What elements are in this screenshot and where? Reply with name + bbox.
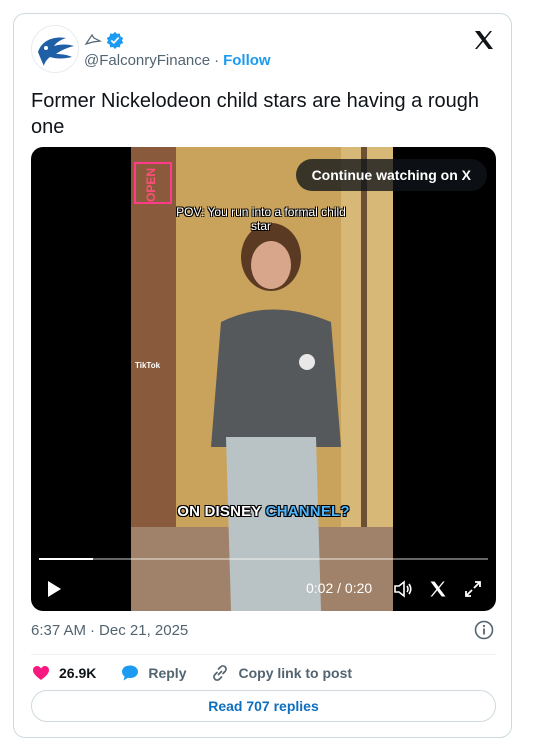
like-count: 26.9K [59,665,97,681]
tweet-text: Former Nickelodeon child stars are havin… [31,90,479,138]
reply-label: Reply [148,665,187,681]
falcon-logo-icon [38,37,74,66]
caption-bottom-accent: CHANNEL? [265,503,350,520]
meta-separator: · [90,622,96,639]
continue-watching-button[interactable]: Continue watching on X [295,159,487,191]
x-logo-icon[interactable] [472,28,496,52]
video-player[interactable]: OPEN POV: You run into a formal child st… [31,147,496,611]
author-avatar[interactable] [31,25,79,73]
tweet-time: 6:37 AM [31,622,87,639]
like-button[interactable]: 26.9K [31,663,96,683]
tweet-card: @FalconryFinance · Follow Former Nickelo… [13,13,512,738]
bird-icon [84,33,102,46]
x-share-icon[interactable] [428,579,448,599]
video-controls: 0:02 / 0:20 [31,565,496,611]
copy-link-label: Copy link to post [238,665,353,681]
link-icon [213,665,228,681]
follow-button[interactable]: Follow [223,52,271,69]
tweet-actions: 26.9K Reply Copy link to post [31,661,376,685]
reply-icon [122,665,139,681]
caption-bottom-prefix: ON DISNEY [177,503,266,520]
separator: · [214,52,220,69]
video-caption-bottom: ON DISNEY CHANNEL? [161,503,366,520]
author-name-row[interactable] [84,30,124,50]
expand-icon[interactable] [463,579,483,599]
read-replies-button[interactable]: Read 707 replies [31,690,496,722]
play-icon[interactable] [45,580,63,598]
open-sign-text: OPEN [144,168,158,202]
volume-icon[interactable] [393,579,413,599]
author-handle[interactable]: @FalconryFinance [84,52,210,69]
divider [31,654,496,655]
video-progress-fill [39,558,93,560]
author-handle-row: @FalconryFinance · Follow [84,52,271,69]
tiktok-watermark: TikTok [135,361,161,370]
video-progress-bar[interactable] [39,558,488,560]
verified-badge-icon [106,31,124,49]
heart-icon [33,666,49,680]
copy-link-button[interactable]: Copy link to post [210,663,352,683]
tweet-timestamp[interactable]: 6:37 AM · Dec 21, 2025 [31,622,188,639]
video-caption-top: POV: You run into a formal child star [176,205,346,233]
video-time: 0:02 / 0:20 [306,580,373,596]
tweet-date: Dec 21, 2025 [99,622,189,639]
info-icon[interactable] [474,620,494,640]
video-frame: OPEN POV: You run into a formal child st… [131,147,393,611]
reply-button[interactable]: Reply [120,663,186,683]
